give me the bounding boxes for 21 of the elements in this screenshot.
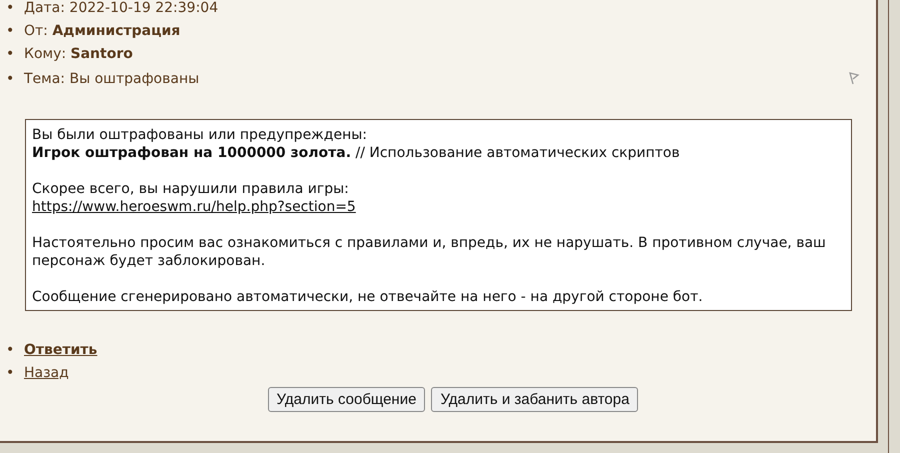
message-text: Скорее всего, вы нарушили правила игры:: [32, 180, 350, 198]
bullet: •: [6, 22, 16, 41]
bullet: •: [6, 45, 16, 64]
header-field: Тема: Вы оштрафованы: [24, 68, 200, 91]
bullet: •: [6, 341, 16, 360]
header-field: От: Администрация: [24, 20, 180, 43]
message-text: Вы были оштрафованы или предупреждены:: [32, 126, 368, 144]
message-text: Сообщение сгенерировано автоматически, не отвечайте на него - на другой стороне бот.: [32, 288, 704, 306]
rules-link[interactable]: https://www.heroeswm.ru/help.php?section=5: [32, 199, 356, 215]
bullet: •: [6, 0, 16, 18]
nav-link[interactable]: Назад: [24, 362, 69, 385]
bullet: •: [6, 364, 16, 383]
action-button[interactable]: Удалить и забанить автора: [431, 387, 638, 412]
flag-icon[interactable]: [846, 71, 860, 85]
bullet: •: [6, 70, 16, 89]
header-field: Кому: Santoro: [24, 43, 133, 66]
message-text: Настоятельно просим вас ознакомиться с правилами и, впредь, их не нарушать. В противном случае, ваш персонаж будет заблокирован.: [32, 234, 827, 270]
header-field: Дата: 2022-10-19 22:39:04: [24, 0, 218, 20]
nav-link[interactable]: Ответить: [24, 339, 98, 362]
message-text: Игрок оштрафован на 1000000 золота. // Использование автоматических скриптов: [32, 144, 681, 162]
action-button[interactable]: Удалить сообщение: [268, 387, 426, 412]
